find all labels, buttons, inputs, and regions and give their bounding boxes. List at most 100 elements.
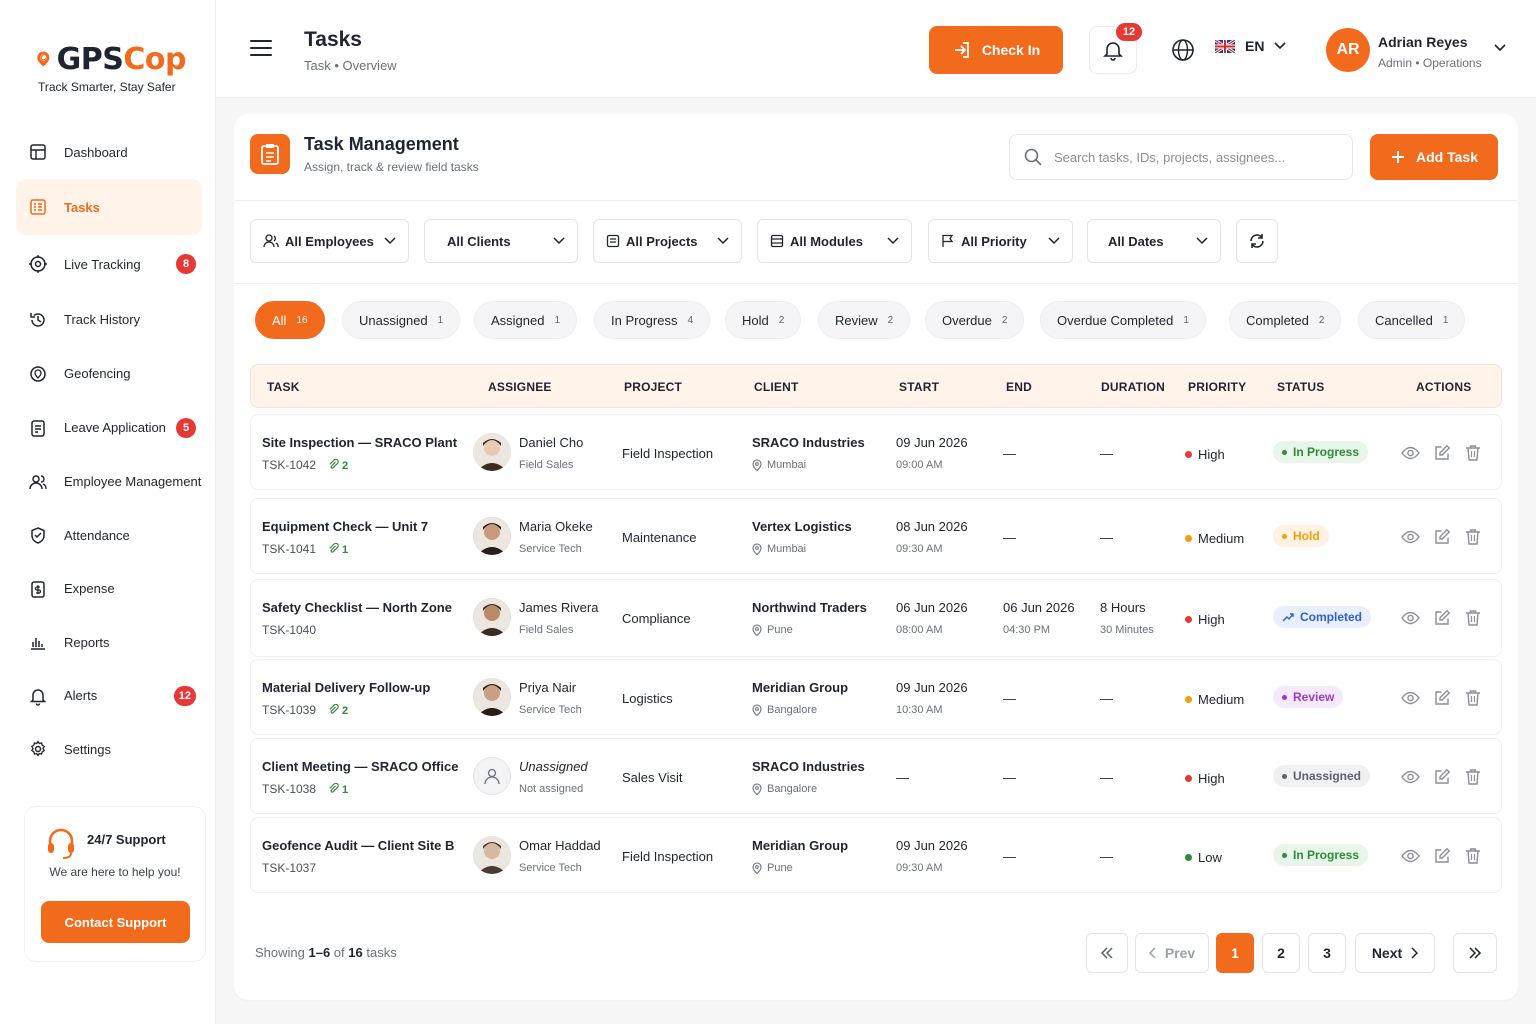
status-tab-count: 2	[1318, 314, 1325, 326]
task-cell: Material Delivery Follow-up TSK-1039 2	[262, 680, 430, 717]
table-row[interactable]: Geofence Audit — Client Site B TSK-1037 …	[250, 817, 1502, 893]
end-date: —	[1003, 691, 1016, 706]
row-actions	[1401, 609, 1481, 626]
filter-clients[interactable]: All Clients	[424, 219, 578, 263]
end-date: 06 Jun 2026	[1003, 600, 1075, 615]
table-row[interactable]: Equipment Check — Unit 7 TSK-1041 1 Maria…	[250, 498, 1502, 574]
eye-icon[interactable]	[1401, 446, 1420, 460]
search-box[interactable]	[1009, 134, 1353, 180]
user-name[interactable]: Adrian Reyes	[1378, 34, 1467, 50]
status-tab-all[interactable]: All 16	[255, 301, 325, 339]
modules-icon	[770, 234, 784, 248]
status-tab-cancelled[interactable]: Cancelled 1	[1358, 301, 1466, 339]
filter-modules[interactable]: All Modules	[757, 219, 912, 263]
first-page-button[interactable]	[1086, 933, 1128, 973]
sidebar-item-employee-management[interactable]: Employee Management	[16, 455, 202, 508]
table-row[interactable]: Site Inspection — SRACO Plant TSK-1042 2 …	[250, 414, 1502, 490]
sidebar-item-label: Live Tracking	[64, 256, 141, 272]
prev-label: Prev	[1164, 945, 1196, 961]
eye-icon[interactable]	[1401, 530, 1420, 544]
sidebar-item-settings[interactable]: Settings	[16, 723, 202, 775]
search-input[interactable]	[1054, 149, 1334, 165]
menu-icon[interactable]	[250, 40, 272, 58]
sidebar-item-track-history[interactable]: Track History	[16, 293, 202, 346]
trash-icon[interactable]	[1465, 768, 1481, 785]
contact-support-button[interactable]: Contact Support	[41, 901, 190, 943]
status-tab-overdue-completed[interactable]: Overdue Completed 1	[1040, 301, 1206, 339]
table-row[interactable]: Material Delivery Follow-up TSK-1039 2 Pr…	[250, 659, 1502, 735]
task-title[interactable]: Client Meeting — SRACO Office	[262, 759, 458, 774]
filter-employees[interactable]: All Employees	[250, 219, 409, 263]
globe-icon[interactable]	[1171, 38, 1195, 62]
task-title[interactable]: Site Inspection — SRACO Plant	[262, 435, 457, 450]
edit-icon[interactable]	[1434, 444, 1451, 461]
last-page-button[interactable]	[1453, 933, 1497, 973]
table-row[interactable]: Safety Checklist — North Zone TSK-1040 J…	[250, 579, 1502, 657]
status-tab-in-progress[interactable]: In Progress 4	[594, 301, 711, 339]
client-location: Mumbai	[752, 543, 852, 555]
status-tab-unassigned[interactable]: Unassigned 1	[342, 301, 461, 339]
task-title[interactable]: Equipment Check — Unit 7	[262, 519, 428, 534]
edit-icon[interactable]	[1434, 609, 1451, 626]
project-name: Field Inspection	[622, 446, 714, 461]
eye-icon[interactable]	[1401, 691, 1420, 705]
notifications-button[interactable]: 12	[1089, 23, 1142, 74]
trend-up-icon	[1282, 612, 1294, 621]
status-badge: Hold	[1273, 525, 1329, 547]
refresh-button[interactable]	[1236, 219, 1278, 263]
summary-suffix: tasks	[362, 945, 397, 960]
sidebar-item-reports[interactable]: Reports	[16, 616, 202, 668]
trash-icon[interactable]	[1465, 609, 1481, 626]
filter-priority[interactable]: All Priority	[928, 219, 1073, 263]
trash-icon[interactable]	[1465, 528, 1481, 545]
sidebar-item-dashboard[interactable]: Dashboard	[16, 126, 202, 178]
edit-icon[interactable]	[1434, 528, 1451, 545]
add-task-button[interactable]: Add Task	[1370, 134, 1498, 180]
eye-icon[interactable]	[1401, 770, 1420, 784]
sidebar-item-leave-application[interactable]: Leave Application 5	[16, 401, 202, 454]
status-label: Hold	[1293, 529, 1320, 543]
task-title[interactable]: Safety Checklist — North Zone	[262, 600, 452, 615]
sidebar-item-badge: 12	[173, 685, 196, 706]
prev-page-button[interactable]: Prev	[1135, 933, 1209, 973]
page-button-1[interactable]: 1	[1216, 933, 1254, 973]
chevron-down-icon[interactable]	[1494, 44, 1506, 52]
start-cell: 09 Jun 2026 09:00 AM	[896, 435, 968, 471]
attachment-count: 2	[328, 458, 348, 472]
status-tab-completed[interactable]: Completed 2	[1229, 301, 1342, 339]
filter-dates[interactable]: All Dates	[1087, 219, 1221, 263]
trash-icon[interactable]	[1465, 444, 1481, 461]
next-page-button[interactable]: Next	[1355, 933, 1435, 973]
status-tab-hold[interactable]: Hold 2	[725, 301, 802, 339]
sidebar-item-alerts[interactable]: Alerts 12	[16, 669, 202, 722]
sidebar-item-tasks[interactable]: Tasks	[16, 179, 202, 235]
status-tab-assigned[interactable]: Assigned 1	[474, 301, 578, 339]
end-cell: —	[1003, 446, 1016, 461]
sidebar-item-attendance[interactable]: Attendance	[16, 509, 202, 561]
status-cell: In Progress	[1273, 441, 1369, 463]
trash-icon[interactable]	[1465, 847, 1481, 864]
table-row[interactable]: Client Meeting — SRACO Office TSK-1038 1 …	[250, 738, 1502, 814]
check-in-button[interactable]: Check In	[929, 26, 1063, 74]
eye-icon[interactable]	[1401, 849, 1420, 863]
sidebar-item-live-tracking[interactable]: Live Tracking 8	[16, 236, 202, 292]
sidebar-item-expense[interactable]: Expense	[16, 562, 202, 615]
task-title[interactable]: Material Delivery Follow-up	[262, 680, 430, 695]
edit-icon[interactable]	[1434, 689, 1451, 706]
status-tab-review[interactable]: Review 2	[818, 301, 911, 339]
page-button-2[interactable]: 2	[1262, 933, 1300, 973]
page-button-3[interactable]: 3	[1308, 933, 1346, 973]
filter-projects[interactable]: All Projects	[593, 219, 742, 263]
status-cell: In Progress	[1273, 844, 1369, 866]
trash-icon[interactable]	[1465, 689, 1481, 706]
priority-cell: Low	[1185, 850, 1222, 865]
eye-icon[interactable]	[1401, 611, 1420, 625]
task-title[interactable]: Geofence Audit — Client Site B	[262, 838, 454, 853]
language-selector[interactable]: EN	[1215, 38, 1287, 54]
status-tab-overdue[interactable]: Overdue 2	[925, 301, 1025, 339]
brand-logo[interactable]: GPSCop Track Smarter, Stay Safer	[36, 40, 186, 94]
edit-icon[interactable]	[1434, 847, 1451, 864]
edit-icon[interactable]	[1434, 768, 1451, 785]
user-avatar[interactable]: AR	[1326, 28, 1370, 72]
sidebar-item-geofencing[interactable]: Geofencing	[16, 347, 202, 400]
